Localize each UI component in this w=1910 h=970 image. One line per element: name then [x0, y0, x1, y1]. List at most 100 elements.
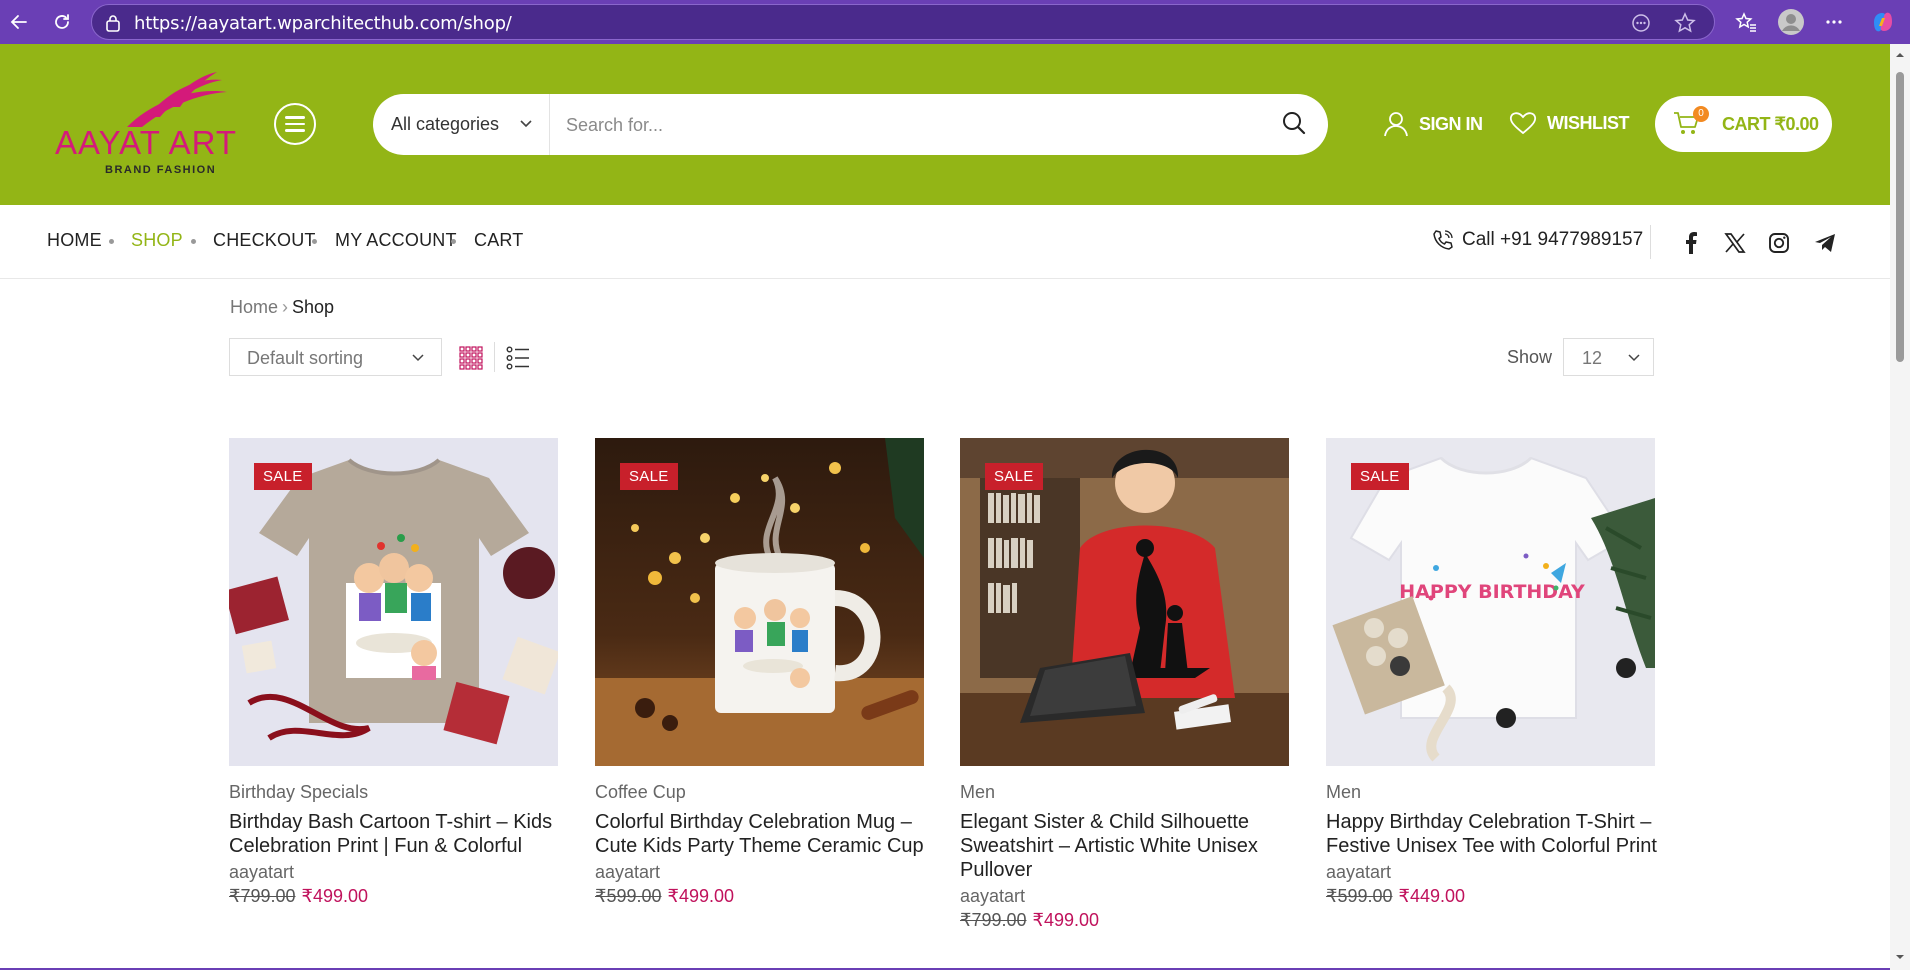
tshirt-print-text: HAPPY BIRTHDAY [1399, 581, 1585, 603]
product-price: ₹799.00 ₹499.00 [960, 910, 1099, 931]
wishlist-label: WISHLIST [1547, 112, 1630, 133]
old-price: ₹599.00 [595, 886, 662, 906]
page-scrollbar[interactable] [1890, 44, 1910, 970]
more-options-button[interactable] [1819, 7, 1849, 37]
facebook-link[interactable] [1679, 231, 1703, 255]
product-image-birthday-mug[interactable]: SALE [595, 438, 924, 766]
category-select[interactable]: All categories [373, 94, 550, 155]
sign-in-link[interactable]: SIGN IN [1383, 111, 1483, 137]
old-price: ₹799.00 [960, 910, 1027, 930]
nav-item-home[interactable]: HOME [47, 230, 102, 251]
call-link[interactable]: Call +91 9477989157 [1432, 229, 1643, 251]
grid-view-button[interactable] [459, 346, 483, 370]
product-vendor: aayatart [960, 886, 1026, 906]
product-price: ₹599.00 ₹499.00 [595, 886, 734, 907]
breadcrumb-separator-icon: › [282, 297, 289, 317]
hamburger-menu-button[interactable] [274, 103, 316, 145]
product-title-link[interactable]: Colorful Birthday Celebration Mug – Cute… [595, 810, 930, 858]
breadcrumb-current: Shop [292, 297, 335, 317]
old-price: ₹799.00 [229, 886, 296, 906]
page-viewport: AAYAT ART BRAND FASHION All categories S… [0, 44, 1910, 970]
address-bar[interactable]: https://aayatart.wparchitecthub.com/shop… [91, 4, 1715, 40]
copilot-icon [1874, 12, 1892, 32]
product-category-link[interactable]: Birthday Specials [229, 782, 368, 803]
per-page-value: 12 [1582, 348, 1603, 368]
sort-select-value: Default sorting [247, 348, 364, 368]
telegram-icon [1815, 234, 1835, 252]
cart-button[interactable]: 0 CART ₹0.00 [1655, 96, 1832, 152]
nav-item-my-account[interactable]: MY ACCOUNT [335, 230, 457, 251]
cart-total-label: CART ₹0.00 [1722, 114, 1819, 134]
chevron-down-icon [412, 354, 424, 362]
scrollbar-thumb[interactable] [1896, 72, 1904, 362]
main-navigation: HOME SHOP CHECKOUT MY ACCOUNT CART Call … [0, 205, 1890, 279]
list-view-icon [506, 346, 529, 370]
back-button[interactable] [4, 7, 34, 37]
product-title-link[interactable]: Happy Birthday Celebration T-Shirt – Fes… [1326, 810, 1661, 858]
sale-badge: SALE [254, 463, 312, 490]
product-category-link[interactable]: Men [1326, 782, 1361, 803]
reload-button[interactable] [47, 7, 77, 37]
product-vendor: aayatart [1326, 862, 1392, 882]
phone-number: Call +91 9477989157 [1462, 229, 1644, 250]
product-price: ₹799.00 ₹499.00 [229, 886, 368, 907]
url-text: https://aayatart.wparchitecthub.com/shop… [134, 13, 512, 34]
nav-item-cart[interactable]: CART [474, 230, 523, 251]
menu-line [285, 122, 305, 126]
sale-price: ₹449.00 [1398, 886, 1466, 906]
facebook-icon [1686, 232, 1697, 254]
user-icon [1384, 112, 1408, 137]
nav-separator-dot [109, 239, 114, 244]
product-price: ₹599.00 ₹449.00 [1326, 886, 1465, 907]
sort-select[interactable]: Default sorting [229, 338, 442, 376]
copilot-button[interactable] [1868, 7, 1898, 37]
back-arrow-icon [10, 15, 27, 29]
product-image-tshirt-birthday-bash[interactable]: SALE [229, 438, 558, 766]
chevron-down-icon [520, 120, 532, 128]
cart-count-badge: 0 [1693, 106, 1709, 122]
product-image-silhouette-sweatshirt[interactable]: SALE [960, 438, 1289, 766]
product-category-link[interactable]: Coffee Cup [595, 782, 686, 803]
sale-price: ₹499.00 [667, 886, 735, 906]
sign-in-label: SIGN IN [1419, 113, 1483, 134]
old-price: ₹599.00 [1326, 886, 1393, 906]
grid-view-icon [459, 346, 483, 370]
instagram-link[interactable] [1767, 231, 1791, 255]
sale-price: ₹499.00 [301, 886, 369, 906]
list-view-button[interactable] [506, 346, 530, 370]
logo-wings-icon [127, 72, 227, 127]
x-twitter-icon [1724, 233, 1746, 253]
instagram-icon [1769, 233, 1789, 253]
per-page-label: Show [1507, 347, 1553, 367]
favorites-button[interactable] [1731, 7, 1761, 37]
menu-line [285, 116, 305, 119]
category-select-label: All categories [391, 114, 500, 134]
telegram-link[interactable] [1813, 231, 1837, 255]
profile-button[interactable] [1776, 7, 1806, 37]
divider [1650, 225, 1651, 259]
search-input[interactable] [566, 108, 1226, 142]
product-category-link[interactable]: Men [960, 782, 995, 803]
nav-item-checkout[interactable]: CHECKOUT [213, 230, 316, 251]
product-title-link[interactable]: Birthday Bash Cartoon T-shirt – Kids Cel… [229, 810, 564, 858]
product-image-happy-birthday-tee[interactable]: HAPPY BIRTHDAY SALE [1326, 438, 1655, 766]
sale-price: ₹499.00 [1032, 910, 1100, 930]
x-twitter-link[interactable] [1723, 231, 1747, 255]
scroll-up-arrow-icon[interactable] [1895, 50, 1905, 60]
favorite-star-icon[interactable] [1674, 12, 1696, 34]
nav-item-shop[interactable]: SHOP [131, 230, 183, 251]
divider [494, 342, 495, 372]
browser-toolbar: https://aayatart.wparchitecthub.com/shop… [0, 0, 1910, 44]
breadcrumb-home-link[interactable]: Home [230, 297, 278, 317]
search-button[interactable] [1281, 110, 1311, 140]
scroll-down-arrow-icon[interactable] [1895, 952, 1905, 962]
product-title-link[interactable]: Elegant Sister & Child Silhouette Sweats… [960, 810, 1295, 882]
reading-mode-icon[interactable] [1631, 13, 1651, 33]
site-logo[interactable]: AAYAT ART BRAND FASHION [52, 72, 252, 182]
wishlist-link[interactable]: WISHLIST [1509, 111, 1630, 135]
reload-icon [55, 14, 69, 29]
per-page-select[interactable]: 12 [1563, 338, 1654, 376]
chevron-down-icon [1628, 354, 1640, 362]
product-vendor: aayatart [229, 862, 295, 882]
favorites-list-icon [1735, 12, 1756, 32]
